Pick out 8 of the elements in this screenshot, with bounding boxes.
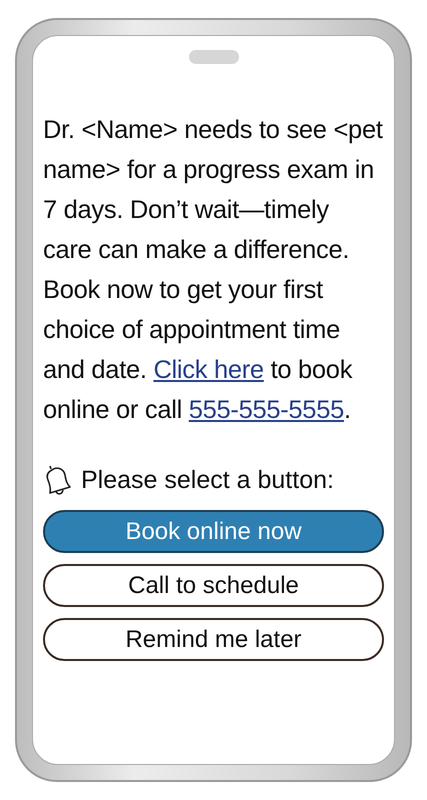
option-button[interactable]: Remind me later [43,618,384,661]
link[interactable]: 555-555-5555 [188,396,344,424]
speaker-slot [188,50,238,64]
option-button[interactable]: Book online now [43,510,384,553]
prompt-text: Please select a button: [81,466,334,494]
link[interactable]: Click here [153,356,264,384]
option-button[interactable]: Call to schedule [43,564,384,607]
message-text: Dr. <Name> needs to see <pet name> for a progress exam in 7 days. Don’t wait—timely care can make a difference. Book now to get your first choice of appointment time and date. Click here to book online or call 555-555-5555. [43,115,384,426]
